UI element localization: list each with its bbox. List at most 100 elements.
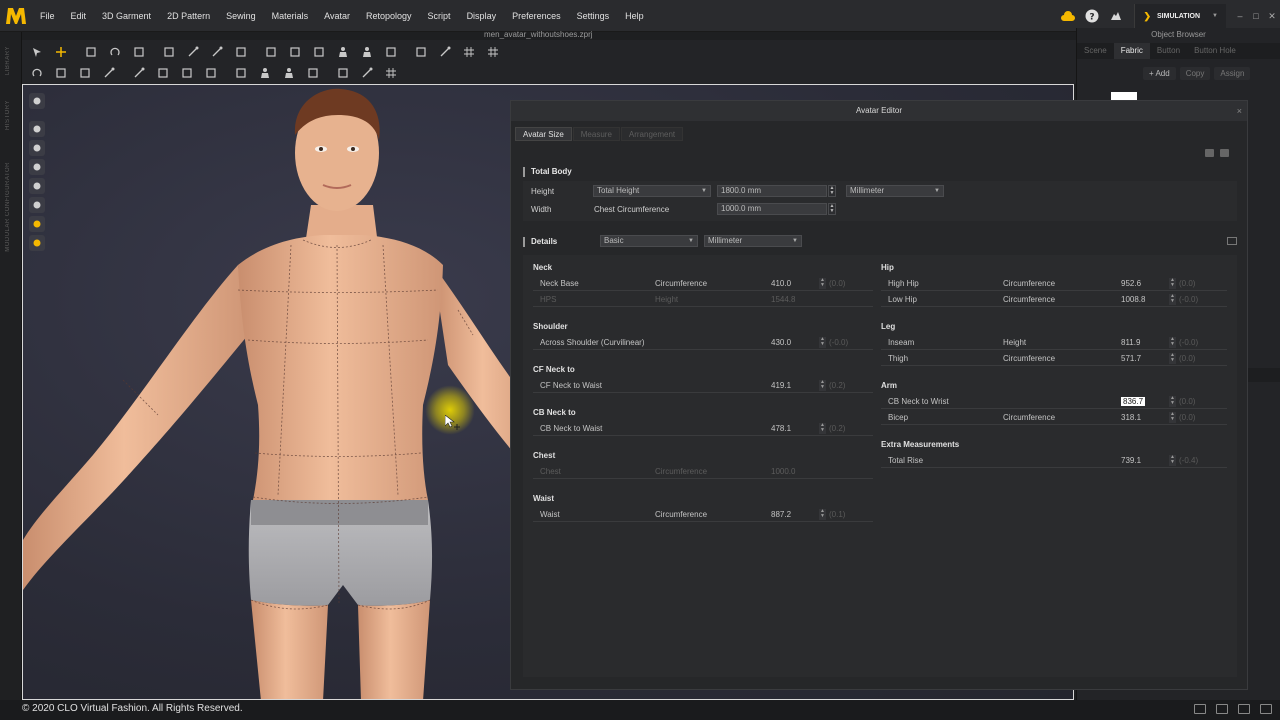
columns-icon[interactable] (1227, 237, 1237, 245)
cloud-icon[interactable] (1060, 8, 1076, 24)
select-mesh-icon[interactable] (30, 45, 44, 59)
measurement-stepper[interactable]: ▲ ▼ (1169, 278, 1176, 289)
unfold-icon[interactable] (132, 45, 146, 59)
measurement-row[interactable]: High Hip Circumference 952.6 ▲ ▼ (0.0) (881, 277, 1227, 291)
seam-taping-icon[interactable] (102, 66, 116, 80)
library-tab[interactable]: LIBRARY (5, 46, 11, 75)
layout-3-icon[interactable] (1238, 704, 1250, 714)
measurement-stepper[interactable]: ▲ ▼ (1169, 353, 1176, 364)
menu-edit[interactable]: Edit (63, 11, 95, 21)
layout-2-icon[interactable] (1216, 704, 1228, 714)
width-stepper[interactable]: ▲ ▼ (828, 203, 836, 215)
measurement-value[interactable]: 571.7 (1121, 354, 1141, 363)
unit-select[interactable]: Millimeter ▼ (846, 185, 944, 197)
ruler-icon[interactable] (414, 45, 428, 59)
menu-display[interactable]: Display (459, 11, 505, 21)
fabric-line-icon[interactable] (360, 66, 374, 80)
measurement-row[interactable]: Across Shoulder (Curvilinear) 430.0 ▲ ▼ (-0.… (533, 336, 873, 350)
menu-sewing[interactable]: Sewing (218, 11, 264, 21)
measurement-stepper[interactable]: ▲ ▼ (819, 278, 826, 289)
button-icon[interactable] (234, 66, 248, 80)
zip-icon[interactable] (306, 66, 320, 80)
help-icon[interactable]: ? (1084, 8, 1100, 24)
layout-4-icon[interactable] (1260, 704, 1272, 714)
details-mode-select[interactable]: Basic ▼ (600, 235, 698, 247)
measurement-value[interactable]: 318.1 (1121, 413, 1141, 422)
maximize-button[interactable]: □ (1248, 11, 1264, 21)
measurement-value[interactable]: 419.1 (771, 381, 791, 390)
menu-preferences[interactable]: Preferences (504, 11, 569, 21)
flip-icon[interactable] (312, 45, 326, 59)
avatar-rotate-icon[interactable] (360, 45, 374, 59)
texture-view-icon[interactable] (29, 140, 45, 156)
tab-measure[interactable]: Measure (572, 127, 620, 141)
menu-settings[interactable]: Settings (569, 11, 618, 21)
fold-arrange-icon[interactable] (108, 45, 122, 59)
measurement-stepper[interactable]: ▲ ▼ (1169, 396, 1176, 407)
measurement-stepper[interactable]: ▲ ▼ (819, 423, 826, 434)
measurement-value[interactable]: 811.9 (1121, 338, 1140, 347)
tab-button[interactable]: Button (1150, 43, 1187, 59)
measurement-row[interactable]: CB Neck to Waist 478.1 ▲ ▼ (0.2) (533, 422, 873, 436)
tab-avatar-size[interactable]: Avatar Size (515, 127, 572, 141)
graphic-icon[interactable] (336, 66, 350, 80)
modular-configurator-tab[interactable]: MODULAR CONFIGURATOR (5, 162, 11, 252)
avatar-mode-icon[interactable] (1108, 8, 1124, 24)
layout-1-icon[interactable] (1194, 704, 1206, 714)
stitch-icon[interactable] (384, 66, 398, 80)
punch-icon[interactable] (204, 66, 218, 80)
tack-icon[interactable] (132, 66, 146, 80)
measurement-value[interactable]: 410.0 (771, 279, 791, 288)
measurement-row[interactable]: Bicep Circumference 318.1 ▲ ▼ (0.0) (881, 411, 1227, 425)
menu-script[interactable]: Script (420, 11, 459, 21)
measurement-value[interactable]: 478.1 (771, 424, 791, 433)
add-button[interactable]: + Add (1143, 66, 1176, 80)
add-point-icon[interactable] (54, 45, 68, 59)
measurement-stepper[interactable]: ▲ ▼ (819, 337, 826, 348)
measurement-stepper[interactable]: ▲ ▼ (1169, 294, 1176, 305)
avatar-pose-icon[interactable] (336, 45, 350, 59)
minimize-button[interactable]: – (1232, 11, 1248, 21)
history-tab[interactable]: HISTORY (5, 100, 11, 130)
measurement-value[interactable]: 1008.8 (1121, 295, 1145, 304)
steam-icon[interactable] (264, 45, 278, 59)
tack-on-avatar-icon[interactable] (156, 66, 170, 80)
fabric-view-icon[interactable] (29, 197, 45, 213)
measurement-row[interactable]: HPS Height 1544.8 (533, 293, 873, 307)
tuck-icon[interactable] (210, 45, 224, 59)
menu-retopology[interactable]: Retopology (358, 11, 420, 21)
trim-icon[interactable] (258, 66, 272, 80)
select-move-icon[interactable] (234, 45, 248, 59)
measurement-stepper[interactable]: ▲ ▼ (1169, 337, 1176, 348)
pin-box-icon[interactable] (384, 45, 398, 59)
fold-edge-icon[interactable] (78, 66, 92, 80)
measurement-value[interactable]: 836.7 (1121, 397, 1146, 406)
menu-2d-pattern[interactable]: 2D Pattern (159, 11, 218, 21)
tab-fabric[interactable]: Fabric (1113, 43, 1150, 59)
measurement-row[interactable]: Low Hip Circumference 1008.8 ▲ ▼ (-0.0) (881, 293, 1227, 307)
pin-icon[interactable] (162, 45, 176, 59)
grid-b-icon[interactable] (486, 45, 500, 59)
menu-materials[interactable]: Materials (264, 11, 317, 21)
details-unit-select[interactable]: Millimeter ▼ (704, 235, 802, 247)
close-icon[interactable]: × (1237, 101, 1242, 121)
avatar-editor-titlebar[interactable]: Avatar Editor × (511, 101, 1247, 121)
measurement-value[interactable]: 1544.8 (771, 295, 795, 304)
measurement-row[interactable]: Neck Base Circumference 410.0 ▲ ▼ (0.0) (533, 277, 873, 291)
segment-icon[interactable] (186, 45, 200, 59)
measurement-row[interactable]: Waist Circumference 887.2 ▲ ▼ (0.1) (533, 508, 873, 522)
assign-button[interactable]: Assign (1214, 66, 1251, 80)
transform-icon[interactable] (84, 45, 98, 59)
height-type-select[interactable]: Total Height ▼ (593, 185, 711, 197)
tab-button-hole[interactable]: Button Hole (1187, 43, 1243, 59)
pin-garment-icon[interactable] (180, 66, 194, 80)
menu-help[interactable]: Help (617, 11, 652, 21)
sew-icon[interactable] (54, 66, 68, 80)
measurement-stepper[interactable]: ▲ ▼ (819, 509, 826, 520)
menu-3d-garment[interactable]: 3D Garment (94, 11, 159, 21)
hanger-icon[interactable] (288, 45, 302, 59)
height-stepper[interactable]: ▲ ▼ (828, 185, 836, 197)
lines-icon[interactable] (282, 66, 296, 80)
save-icon[interactable] (1220, 149, 1229, 157)
shirt-view-icon[interactable] (29, 178, 45, 194)
